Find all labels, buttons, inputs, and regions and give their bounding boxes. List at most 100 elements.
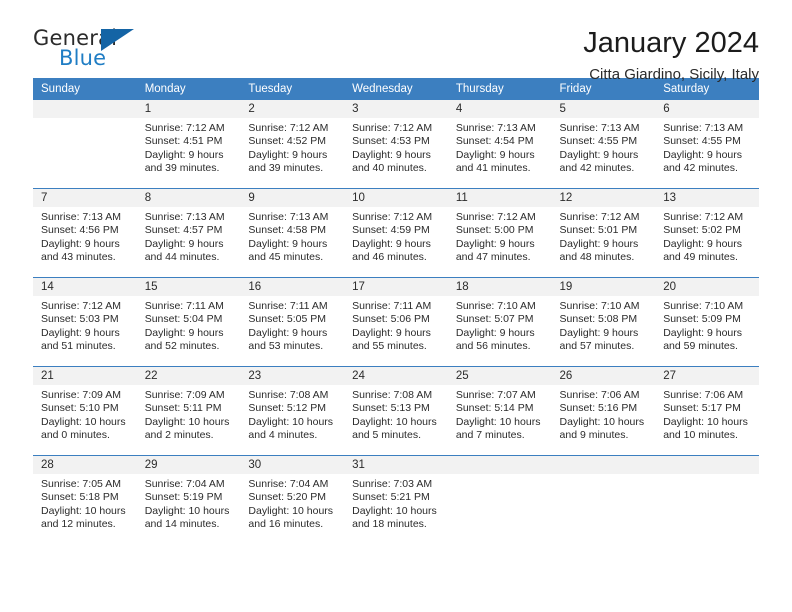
sunset-time: Sunset: 4:51 PM <box>144 135 223 148</box>
daylight-duration-line2: and 5 minutes. <box>352 428 421 441</box>
calendar-day-cell[interactable]: 25 Sunrise: 7:07 AM Sunset: 5:14 PM Dayligh… <box>447 366 552 456</box>
weekday-header-thursday: Thursday <box>447 78 552 100</box>
calendar-day-cell[interactable]: 13 Sunrise: 7:12 AM Sunset: 5:02 PM Dayligh… <box>655 188 759 278</box>
calendar-day-cell[interactable]: 17 Sunrise: 7:11 AM Sunset: 5:06 PM Dayligh… <box>344 277 448 367</box>
sunrise-time: Sunrise: 7:12 AM <box>248 122 329 134</box>
daylight-duration-line1: Daylight: 9 hours <box>144 148 224 161</box>
daylight-duration-line2: and 55 minutes. <box>352 339 427 352</box>
day-details: Sunrise: 7:03 AM Sunset: 5:21 PM Daylight:… <box>344 474 448 531</box>
calendar-day-cell[interactable]: 28 Sunrise: 7:05 AM Sunset: 5:18 PM Dayligh… <box>33 455 137 544</box>
calendar-day-cell[interactable]: 26 Sunrise: 7:06 AM Sunset: 5:16 PM Dayligh… <box>551 366 656 456</box>
daylight-duration-line2: and 16 minutes. <box>248 517 324 530</box>
calendar-day-cell <box>33 100 137 189</box>
daylight-duration-line1: Daylight: 9 hours <box>663 237 743 250</box>
daylight-duration-line1: Daylight: 9 hours <box>248 237 328 250</box>
calendar-day-cell[interactable]: 18 Sunrise: 7:10 AM Sunset: 5:07 PM Dayligh… <box>447 277 552 367</box>
day-number: 2 <box>240 100 345 118</box>
day-details: Sunrise: 7:12 AM Sunset: 4:59 PM Daylight:… <box>344 207 448 264</box>
day-details: Sunrise: 7:11 AM Sunset: 5:06 PM Daylight:… <box>344 296 448 353</box>
calendar-day-cell[interactable]: 9 Sunrise: 7:13 AM Sunset: 4:58 PM Daylight… <box>240 188 345 278</box>
daylight-duration-line1: Daylight: 9 hours <box>663 148 743 161</box>
sunrise-time: Sunrise: 7:13 AM <box>559 122 640 134</box>
daylight-duration-line1: Daylight: 9 hours <box>144 237 224 250</box>
day-details: Sunrise: 7:06 AM Sunset: 5:17 PM Daylight:… <box>655 385 759 442</box>
sunrise-time: Sunrise: 7:12 AM <box>352 211 433 223</box>
calendar-day-cell[interactable]: 29 Sunrise: 7:04 AM Sunset: 5:19 PM Dayligh… <box>136 455 241 544</box>
calendar-day-cell[interactable]: 5 Sunrise: 7:13 AM Sunset: 4:55 PM Daylight… <box>551 100 656 189</box>
sunrise-time: Sunrise: 7:12 AM <box>144 122 225 134</box>
calendar-day-cell[interactable]: 10 Sunrise: 7:12 AM Sunset: 4:59 PM Dayligh… <box>344 188 448 278</box>
calendar-day-cell[interactable]: 12 Sunrise: 7:12 AM Sunset: 5:01 PM Dayligh… <box>551 188 656 278</box>
day-number: 3 <box>344 100 448 118</box>
daylight-duration-line2: and 14 minutes. <box>144 517 220 530</box>
daylight-duration-line2: and 18 minutes. <box>352 517 427 530</box>
sunset-time: Sunset: 5:08 PM <box>559 313 638 326</box>
calendar-day-cell[interactable]: 11 Sunrise: 7:12 AM Sunset: 5:00 PM Dayligh… <box>447 188 552 278</box>
calendar-day-cell[interactable]: 3 Sunrise: 7:12 AM Sunset: 4:53 PM Daylight… <box>344 100 448 189</box>
calendar-day-cell[interactable]: 22 Sunrise: 7:09 AM Sunset: 5:11 PM Dayligh… <box>136 366 241 456</box>
calendar-day-cell[interactable]: 15 Sunrise: 7:11 AM Sunset: 5:04 PM Dayligh… <box>136 277 241 367</box>
weekday-header-wednesday: Wednesday <box>344 78 448 100</box>
day-details: Sunrise: 7:06 AM Sunset: 5:16 PM Daylight:… <box>552 385 656 442</box>
daylight-duration-line1: Daylight: 10 hours <box>144 504 230 517</box>
daylight-duration-line2: and 45 minutes. <box>248 250 324 263</box>
daylight-duration-line1: Daylight: 10 hours <box>41 504 126 517</box>
daylight-duration-line1: Daylight: 9 hours <box>144 326 224 339</box>
day-details: Sunrise: 7:12 AM Sunset: 5:02 PM Daylight:… <box>655 207 759 264</box>
daylight-duration-line2: and 49 minutes. <box>663 250 738 263</box>
calendar-day-cell[interactable]: 23 Sunrise: 7:08 AM Sunset: 5:12 PM Dayligh… <box>240 366 345 456</box>
sunset-time: Sunset: 5:09 PM <box>663 313 741 326</box>
day-number: 19 <box>551 278 656 296</box>
sunset-time: Sunset: 4:53 PM <box>352 135 430 148</box>
day-number: 16 <box>240 278 345 296</box>
calendar-day-cell[interactable]: 31 Sunrise: 7:03 AM Sunset: 5:21 PM Dayligh… <box>344 455 448 544</box>
day-details: Sunrise: 7:13 AM Sunset: 4:55 PM Daylight:… <box>655 118 759 175</box>
calendar-day-cell[interactable]: 27 Sunrise: 7:06 AM Sunset: 5:17 PM Dayligh… <box>655 366 759 456</box>
day-number: 11 <box>447 189 552 207</box>
daylight-duration-line1: Daylight: 9 hours <box>455 148 535 161</box>
sunrise-time: Sunrise: 7:05 AM <box>41 478 121 490</box>
daylight-duration-line1: Daylight: 9 hours <box>455 237 535 250</box>
day-details: Sunrise: 7:10 AM Sunset: 5:08 PM Daylight:… <box>552 296 656 353</box>
day-number: 23 <box>240 367 345 385</box>
day-number: 9 <box>240 189 345 207</box>
calendar-day-cell[interactable]: 8 Sunrise: 7:13 AM Sunset: 4:57 PM Daylight… <box>136 188 241 278</box>
sunset-time: Sunset: 4:55 PM <box>559 135 638 148</box>
day-number: 6 <box>655 100 759 118</box>
day-details: Sunrise: 7:09 AM Sunset: 5:11 PM Daylight:… <box>137 385 241 442</box>
calendar-day-cell <box>447 455 552 544</box>
sunrise-time: Sunrise: 7:10 AM <box>663 300 744 312</box>
day-details: Sunrise: 7:12 AM Sunset: 4:52 PM Daylight:… <box>240 118 344 175</box>
calendar-day-cell[interactable]: 20 Sunrise: 7:10 AM Sunset: 5:09 PM Dayligh… <box>655 277 759 367</box>
day-number: 1 <box>136 100 241 118</box>
calendar-day-cell[interactable]: 7 Sunrise: 7:13 AM Sunset: 4:56 PM Daylight… <box>33 188 137 278</box>
day-details: Sunrise: 7:13 AM Sunset: 4:54 PM Daylight:… <box>448 118 552 175</box>
calendar-day-cell[interactable]: 6 Sunrise: 7:13 AM Sunset: 4:55 PM Daylight… <box>655 100 759 189</box>
calendar-day-cell[interactable]: 30 Sunrise: 7:04 AM Sunset: 5:20 PM Dayligh… <box>240 455 345 544</box>
calendar-day-cell[interactable]: 21 Sunrise: 7:09 AM Sunset: 5:10 PM Dayligh… <box>33 366 137 456</box>
daylight-duration-line2: and 40 minutes. <box>352 161 427 174</box>
calendar-day-cell[interactable]: 4 Sunrise: 7:13 AM Sunset: 4:54 PM Daylight… <box>447 100 552 189</box>
day-number: 12 <box>551 189 656 207</box>
day-details: Sunrise: 7:13 AM Sunset: 4:56 PM Daylight:… <box>33 207 137 264</box>
calendar-day-cell[interactable]: 16 Sunrise: 7:11 AM Sunset: 5:05 PM Dayligh… <box>240 277 345 367</box>
sunrise-time: Sunrise: 7:12 AM <box>41 300 121 312</box>
day-number: 15 <box>136 278 241 296</box>
sunset-time: Sunset: 4:57 PM <box>144 224 223 237</box>
calendar-page: General Blue January 2024 Citta Giardino… <box>0 0 792 612</box>
day-number: 17 <box>344 278 448 296</box>
daylight-duration-line2: and 53 minutes. <box>248 339 324 352</box>
daylight-duration-line2: and 42 minutes. <box>559 161 635 174</box>
sunset-time: Sunset: 5:00 PM <box>455 224 534 237</box>
calendar-day-cell[interactable]: 1 Sunrise: 7:12 AM Sunset: 4:51 PM Daylight… <box>136 100 241 189</box>
daylight-duration-line1: Daylight: 10 hours <box>352 415 437 428</box>
sunset-time: Sunset: 4:52 PM <box>248 135 327 148</box>
calendar-day-cell[interactable]: 24 Sunrise: 7:08 AM Sunset: 5:13 PM Dayligh… <box>344 366 448 456</box>
calendar-day-cell[interactable]: 2 Sunrise: 7:12 AM Sunset: 4:52 PM Daylight… <box>240 100 345 189</box>
sunrise-time: Sunrise: 7:10 AM <box>455 300 536 312</box>
calendar-day-cell[interactable]: 14 Sunrise: 7:12 AM Sunset: 5:03 PM Dayligh… <box>33 277 137 367</box>
calendar-day-cell[interactable]: 19 Sunrise: 7:10 AM Sunset: 5:08 PM Dayligh… <box>551 277 656 367</box>
sunset-time: Sunset: 4:54 PM <box>455 135 534 148</box>
sunset-time: Sunset: 5:16 PM <box>559 402 638 415</box>
day-number: 18 <box>447 278 552 296</box>
